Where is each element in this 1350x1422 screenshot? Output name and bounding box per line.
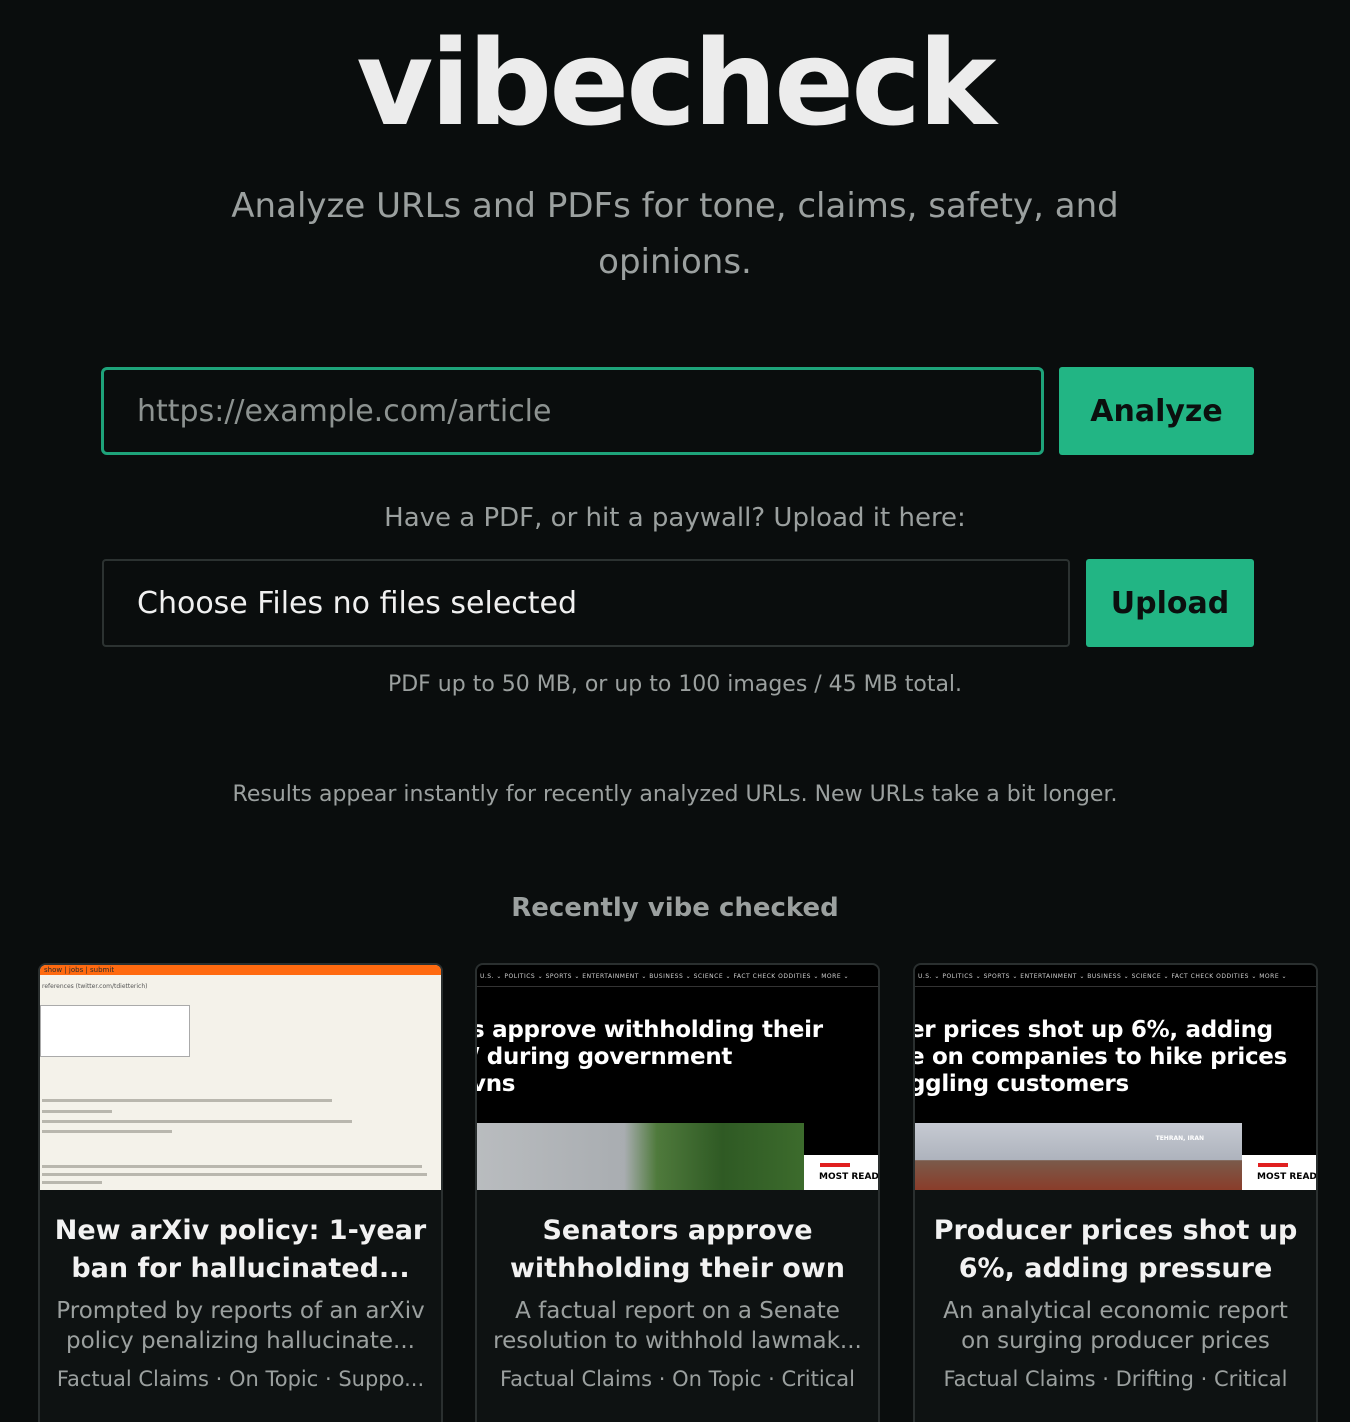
recent-card[interactable]: U.S. ⌄ POLITICS ⌄ SPORTS ⌄ ENTERTAINMENT… <box>913 963 1318 1422</box>
thumb-headline-line: e on companies to hike prices <box>915 1044 1287 1070</box>
thumb-headline-line: er prices shot up 6%, adding <box>915 1017 1273 1043</box>
thumb-headline-line: ggling customers <box>915 1071 1129 1097</box>
card-description: An analytical economic report on surging… <box>943 1298 1288 1354</box>
url-input[interactable] <box>101 367 1044 455</box>
thumb-text-line <box>42 1099 332 1102</box>
file-input[interactable]: Choose Files no files selected <box>102 559 1070 647</box>
thumb-nav: U.S. ⌄ POLITICS ⌄ SPORTS ⌄ ENTERTAINMENT… <box>477 965 878 987</box>
app-logo: vibecheck <box>356 14 996 152</box>
thumb-headline-line: vns <box>477 1071 516 1097</box>
card-description: Prompted by reports of an arXiv policy p… <box>56 1298 425 1354</box>
card-title: Senators approve withholding their own p… <box>509 1215 845 1284</box>
thumb-text-line <box>42 1173 427 1176</box>
thumb-text-line <box>42 1165 422 1168</box>
thumb-most-read-label: MOST READ <box>1257 1172 1316 1182</box>
thumb-photo <box>477 1123 804 1190</box>
recent-card[interactable]: show | jobs | submit references (twitter… <box>38 963 443 1422</box>
thumb-text-line <box>42 1110 112 1113</box>
tagline: Analyze URLs and PDFs for tone, claims, … <box>231 186 1119 282</box>
thumb-red-bar <box>820 1163 850 1167</box>
thumb-text-line <box>42 1181 102 1184</box>
results-note: Results appear instantly for recently an… <box>232 782 1118 807</box>
thumb-text-line <box>42 1120 352 1123</box>
thumb-topbar: show | jobs | submit <box>40 965 441 975</box>
card-description: A factual report on a Senate resolution … <box>493 1298 862 1354</box>
thumb-headline: s approve withholding their / during gov… <box>477 1017 823 1098</box>
thumb-meta: references (twitter.com/tdietterich) <box>42 983 148 990</box>
thumb-photo: TEHRAN, IRAN <box>915 1123 1242 1190</box>
file-input-text: Choose Files no files selected <box>137 585 578 621</box>
card-tags: Factual Claims · Drifting · Critical <box>943 1367 1288 1391</box>
thumb-nav: U.S. ⌄ POLITICS ⌄ SPORTS ⌄ ENTERTAINMENT… <box>915 965 1316 987</box>
recent-card[interactable]: U.S. ⌄ POLITICS ⌄ SPORTS ⌄ ENTERTAINMENT… <box>475 963 880 1422</box>
recent-heading: Recently vibe checked <box>511 893 839 923</box>
upload-prompt: Have a PDF, or hit a paywall? Upload it … <box>384 503 966 533</box>
thumb-text-line <box>42 1130 172 1133</box>
thumb-most-read: MOST READ <box>1242 1155 1316 1190</box>
card-thumbnail: U.S. ⌄ POLITICS ⌄ SPORTS ⌄ ENTERTAINMENT… <box>477 965 878 1190</box>
thumb-most-read: MOST READ <box>804 1155 878 1190</box>
thumb-headline-line: s approve withholding their <box>477 1017 823 1043</box>
upload-limits: PDF up to 50 MB, or up to 100 images / 4… <box>387 672 963 697</box>
thumb-photo-tag: TEHRAN, IRAN <box>1155 1135 1204 1142</box>
card-tags: Factual Claims · On Topic · Suppo... <box>56 1367 425 1391</box>
thumb-headline: er prices shot up 6%, adding e on compan… <box>915 1017 1287 1098</box>
thumb-headline-line: / during government <box>477 1044 733 1070</box>
page: vibecheck Analyze URLs and PDFs for tone… <box>0 0 1350 1422</box>
card-title: Producer prices shot up 6%, adding press… <box>933 1215 1298 1284</box>
card-title: New arXiv policy: 1-year ban for halluci… <box>54 1215 427 1284</box>
thumb-red-bar <box>1258 1163 1288 1167</box>
card-thumbnail: U.S. ⌄ POLITICS ⌄ SPORTS ⌄ ENTERTAINMENT… <box>915 965 1316 1190</box>
card-tags: Factual Claims · On Topic · Critical <box>500 1367 855 1391</box>
analyze-button[interactable]: Analyze <box>1059 367 1254 455</box>
card-thumbnail: show | jobs | submit references (twitter… <box>40 965 441 1190</box>
thumb-most-read-label: MOST READ <box>819 1172 878 1182</box>
thumb-comment-box <box>40 1005 190 1057</box>
upload-button[interactable]: Upload <box>1086 559 1254 647</box>
